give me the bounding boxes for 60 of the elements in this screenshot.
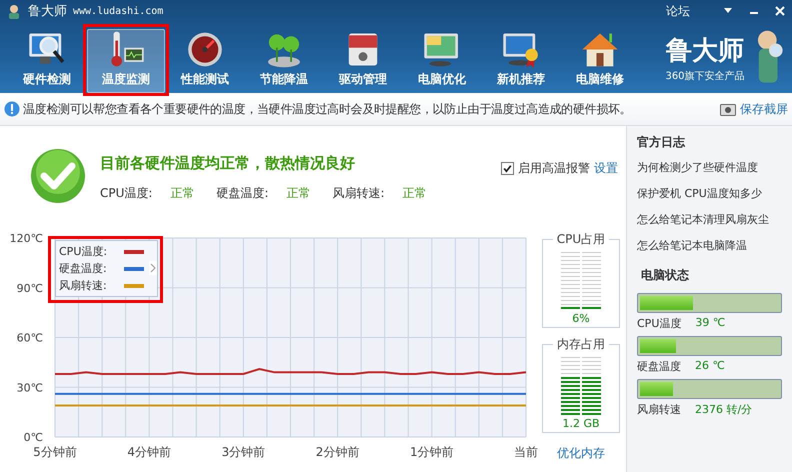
x-axis-label: 1分钟前	[410, 445, 454, 459]
toolbar-tab[interactable]: 温度监测	[87, 29, 165, 93]
article-link[interactable]: 怎么给笔记本清理风扇灰尘	[637, 212, 782, 227]
checkmark-icon	[30, 148, 86, 204]
gauge-value: 2376 转/分	[695, 402, 752, 417]
app-title: 鲁大师	[28, 3, 67, 20]
meter-reading: 1.2 GB	[562, 417, 600, 430]
y-axis-label: 0℃	[24, 431, 43, 444]
alarm-checkbox[interactable]	[501, 162, 514, 175]
alarm-label: 启用高温报警	[518, 160, 590, 177]
website-url: www.ludashi.com	[73, 6, 164, 16]
status-label: 硬盘温度:	[216, 185, 268, 202]
y-axis-label: 120℃	[10, 232, 43, 245]
status-label: CPU温度:	[100, 185, 152, 202]
x-axis-label: 5分钟前	[33, 445, 77, 459]
x-axis-label: 2分钟前	[316, 445, 360, 459]
gauge-value: 39 ℃	[695, 316, 726, 331]
close-icon[interactable]	[774, 5, 786, 17]
x-axis-label: 3分钟前	[222, 445, 266, 459]
toolbar-tab[interactable]: 硬件检测	[8, 29, 86, 93]
status-value: 正常	[286, 185, 310, 202]
gauge-label: 硬盘温度	[637, 359, 681, 374]
y-axis-label: 90℃	[16, 282, 43, 295]
legend-label: CPU温度:	[59, 244, 108, 259]
meter-reading: 6%	[572, 312, 590, 325]
info-text: 温度检测可以帮您查看各个重要硬件的温度，当硬件温度过高时会及时提醒您，以防止由于温度过高造成的硬件损坏。	[23, 100, 632, 118]
gauge-value: 26 ℃	[695, 359, 725, 374]
toolbar-tab[interactable]: 电脑维修	[561, 29, 639, 93]
article-link[interactable]: 怎么给笔记本电脑降温	[637, 238, 782, 253]
settings-link[interactable]: 设置	[594, 160, 618, 177]
sidebar-heading: 官方日志	[637, 134, 686, 151]
info-icon	[4, 101, 20, 117]
screenshot-button[interactable]: 保存截屏	[720, 100, 788, 118]
status-value: 正常	[402, 185, 427, 202]
toolbar-tab[interactable]: 驱动管理	[324, 29, 402, 93]
gauge-label: 风扇转速	[637, 402, 681, 417]
brand-tagline: 360旗下安全产品	[665, 70, 745, 83]
forum-link[interactable]: 论坛	[666, 2, 690, 20]
y-axis-label: 60℃	[16, 332, 43, 344]
x-axis-label: 当前	[514, 445, 538, 459]
collapse-icon[interactable]	[149, 261, 157, 275]
sidebar-heading: 电脑状态	[641, 267, 690, 284]
legend-label: 硬盘温度:	[59, 261, 107, 276]
gauge-label: CPU温度	[637, 316, 682, 331]
toolbar-tab[interactable]: 新机推荐	[482, 29, 560, 93]
x-axis-label: 4分钟前	[127, 445, 172, 459]
status-label: 风扇转速:	[332, 185, 385, 202]
mascot-icon	[6, 3, 22, 19]
toolbar-tab[interactable]: 电脑优化	[403, 29, 481, 93]
brand-logo: 鲁大师	[664, 35, 745, 68]
optimize-memory-link[interactable]: 优化内存	[557, 445, 605, 462]
toolbar-tab[interactable]: 节能降温	[245, 29, 323, 93]
toolbar-tab[interactable]: 性能测试	[166, 29, 244, 93]
article-link[interactable]: 为何检测少了些硬件温度	[637, 160, 782, 175]
y-axis-label: 30℃	[16, 381, 43, 394]
status-value: 正常	[170, 185, 194, 202]
article-link[interactable]: 保护爱机 CPU温度知多少	[637, 186, 782, 201]
status-headline: 目前各硬件温度均正常，散热情况良好	[100, 154, 356, 173]
camera-icon	[720, 102, 736, 116]
legend-label: 风扇转速:	[59, 278, 107, 293]
